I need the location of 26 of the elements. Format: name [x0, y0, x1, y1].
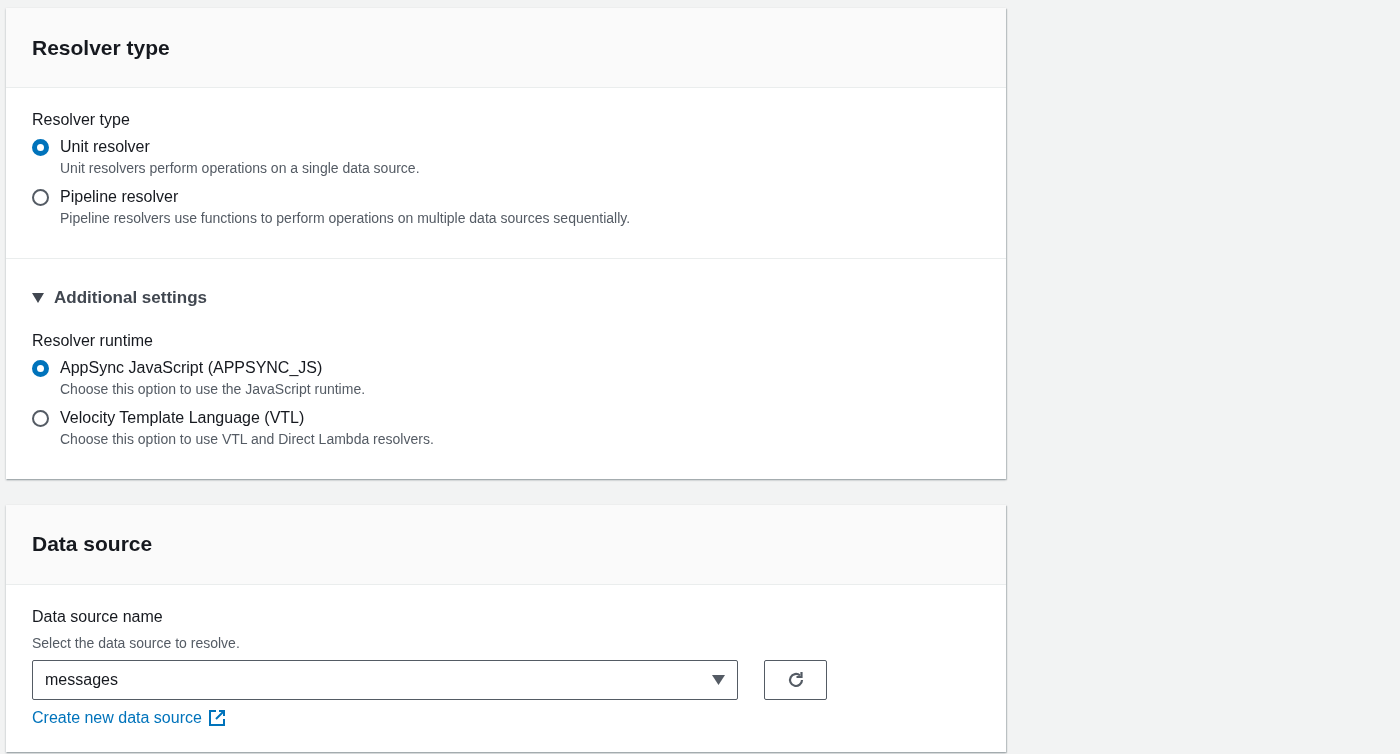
- caret-icon: [32, 292, 44, 303]
- radio-button[interactable]: [32, 139, 49, 156]
- option-label[interactable]: Unit resolver: [60, 136, 420, 158]
- radio-button[interactable]: [32, 359, 49, 377]
- caret-icon: [712, 674, 725, 685]
- panel-title: Resolver type: [32, 34, 170, 61]
- option-description: Pipeline resolvers use functions to perform operations on multiple data sources sequentially.: [60, 209, 631, 228]
- field-hint: Select the data source to resolve.: [32, 633, 241, 653]
- field-label: Resolver runtime: [32, 330, 154, 351]
- radio-button[interactable]: [32, 189, 49, 206]
- refresh-button[interactable]: [764, 659, 827, 700]
- external-link-icon: [207, 708, 226, 727]
- select-field[interactable]: messages: [32, 659, 738, 700]
- panel-title: Data source: [32, 531, 153, 557]
- expander-toggle[interactable]: Additional settings: [32, 285, 207, 311]
- create-link[interactable]: Create new data source: [32, 705, 226, 730]
- option-label[interactable]: Velocity Template Language (VTL): [60, 406, 434, 429]
- select-value: messages: [45, 669, 118, 690]
- radio-button[interactable]: [32, 409, 49, 427]
- field-label: Resolver type: [32, 110, 131, 130]
- option-label[interactable]: Pipeline resolver: [60, 186, 631, 208]
- option-description: Choose this option to use VTL and Direct Lambda resolvers.: [60, 429, 434, 449]
- option-description: Choose this option to use the JavaScript runtime.: [60, 379, 366, 399]
- option-description: Unit resolvers perform operations on a single data source.: [60, 159, 420, 178]
- field-label: Data source name: [32, 606, 164, 627]
- option-label[interactable]: AppSync JavaScript (APPSYNC_JS): [60, 356, 366, 379]
